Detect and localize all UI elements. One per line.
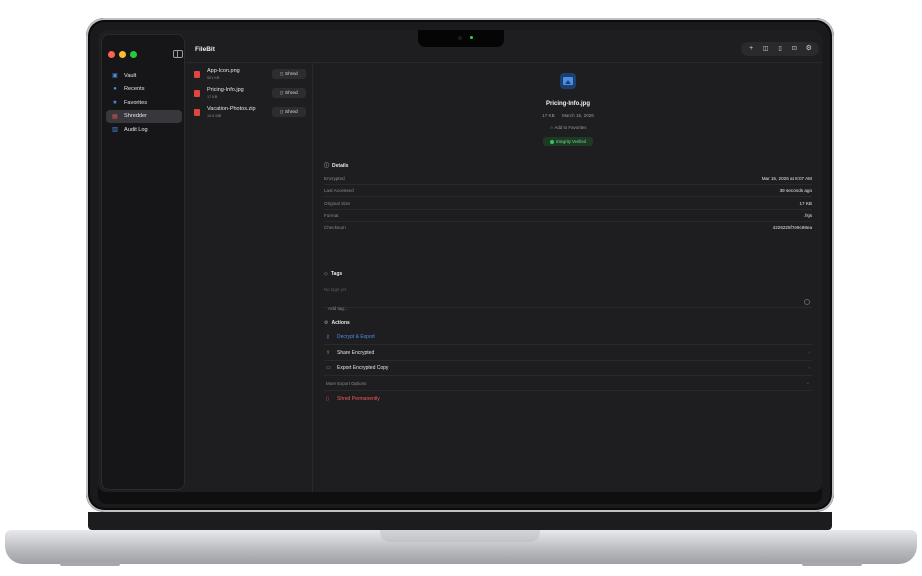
shred-button[interactable]: ▯ Shred xyxy=(272,88,306,98)
window-controls xyxy=(108,51,137,58)
detail-row-original-size: Original Size 17 KB xyxy=(324,198,812,210)
file-row[interactable]: App-Icon.png 501 KB ▯ Shred xyxy=(186,65,313,83)
gear-icon: ⚙ xyxy=(324,320,329,326)
detail-row-last-accessed: Last Accessed 39 seconds ago xyxy=(324,185,812,197)
sidebar-item-label: Shredder xyxy=(124,113,148,119)
zoom-window-button[interactable] xyxy=(130,51,137,58)
file-name: Pricing-Info.jpg xyxy=(207,87,244,93)
shredder-icon: ▤ xyxy=(112,113,118,120)
actions-section-header: ⚙ Actions xyxy=(324,320,350,326)
detail-row-checksum: Checksum 4226225f7e9c98ea xyxy=(324,225,812,230)
trash-button[interactable]: ▯ xyxy=(774,44,785,54)
sidebar-toggle-icon[interactable] xyxy=(173,50,183,58)
sidebar-item-label: Audit Log xyxy=(124,126,148,133)
app-title: FileBit xyxy=(195,46,215,53)
sidebar-item-vault[interactable]: ▣ Vault xyxy=(106,69,182,82)
detail-file-meta: 17 KB March 15, 2026 xyxy=(314,113,822,118)
camera-icon xyxy=(458,36,462,40)
trash-icon: ▯ xyxy=(326,395,329,402)
trash-icon: ▯ xyxy=(280,90,283,96)
share-encrypted-button[interactable]: ⇪ Share Encrypted › xyxy=(324,346,812,361)
key-icon: ⚷ xyxy=(326,334,330,340)
decrypt-export-button[interactable]: ⚷ Decrypt & Export xyxy=(324,330,812,345)
lock-button[interactable]: ⊡ xyxy=(789,44,800,54)
add-tag-icon[interactable] xyxy=(804,299,810,305)
tag-input-row xyxy=(324,297,812,314)
app-window: ▣ Vault ● Recents ★ Favorites ▤ Shredder… xyxy=(98,30,822,492)
settings-button[interactable]: ⚙ xyxy=(803,44,814,54)
detail-pane: Pricing-Info.jpg 17 KB March 15, 2026 ☆ … xyxy=(314,63,822,492)
checkmark-icon xyxy=(549,139,554,144)
info-icon: ⓘ xyxy=(324,163,330,169)
file-list: App-Icon.png 501 KB ▯ Shred Pricing-Info… xyxy=(186,63,313,492)
file-icon xyxy=(194,109,200,116)
sidebar-nav: ▣ Vault ● Recents ★ Favorites ▤ Shredder… xyxy=(106,69,182,137)
shred-button[interactable]: ▯ Shred xyxy=(272,69,306,79)
no-tags-text: No tags yet xyxy=(324,287,347,292)
file-icon xyxy=(194,71,200,78)
file-row[interactable]: Pricing-Info.jpg 17 KB ▯ Shred xyxy=(186,84,313,102)
sidebar-item-favorites[interactable]: ★ Favorites xyxy=(106,96,182,109)
laptop-foot-right xyxy=(802,562,862,566)
integrity-badge: Integrity Verified xyxy=(543,137,593,146)
file-name: Vacation-Photos.zip xyxy=(207,106,256,112)
trash-icon: ▯ xyxy=(280,71,283,77)
laptop-opening-notch xyxy=(380,530,540,542)
chevron-right-icon: › xyxy=(808,365,810,371)
star-icon: ★ xyxy=(112,100,118,106)
sidebar-item-audit-log[interactable]: ▥ Audit Log xyxy=(106,123,182,136)
add-to-favorites-button[interactable]: ☆ Add to Favorites xyxy=(314,125,822,131)
more-export-options-button[interactable]: More Export Options ⌄ xyxy=(324,376,812,391)
share-icon: ⇪ xyxy=(326,350,331,356)
add-button[interactable]: + xyxy=(746,44,757,54)
lock-icon: ▣ xyxy=(112,73,118,79)
sidebar-item-label: Recents xyxy=(124,86,145,92)
image-preview-icon xyxy=(560,73,576,89)
chevron-down-icon: ⌄ xyxy=(805,380,810,386)
detail-file-name: Pricing-Info.jpg xyxy=(546,101,590,107)
minimize-window-button[interactable] xyxy=(119,51,126,58)
archive-icon: ▭ xyxy=(326,365,331,371)
detail-file-size: 17 KB xyxy=(542,113,555,118)
star-outline-icon: ☆ xyxy=(549,125,554,130)
shred-button[interactable]: ▯ Shred xyxy=(272,107,306,117)
export-encrypted-copy-button[interactable]: ▭ Export Encrypted Copy › xyxy=(324,361,812,376)
close-window-button[interactable] xyxy=(108,51,115,58)
shred-permanently-button[interactable]: ▯ Shred Permanently xyxy=(324,391,812,406)
details-section-header: ⓘ Details xyxy=(324,162,349,170)
camera-notch xyxy=(418,30,504,47)
trash-icon: ▯ xyxy=(280,109,283,115)
laptop-screen: ▣ Vault ● Recents ★ Favorites ▤ Shredder… xyxy=(98,30,822,504)
file-size: 501 KB xyxy=(207,76,220,80)
detail-row-encrypted: Encrypted Mar 15, 2026 at 8:07 AM xyxy=(324,173,812,185)
file-icon xyxy=(194,90,200,97)
laptop-foot-left xyxy=(60,562,120,566)
sidebar: ▣ Vault ● Recents ★ Favorites ▤ Shredder… xyxy=(101,34,185,490)
tags-section-header: ◇ Tags xyxy=(324,271,343,277)
sidebar-item-label: Favorites xyxy=(124,99,148,106)
file-size: 17 KB xyxy=(207,95,218,99)
unlock-button[interactable]: ◫ xyxy=(760,44,771,54)
tag-icon: ◇ xyxy=(324,271,328,277)
add-tag-input[interactable] xyxy=(324,303,764,314)
sidebar-item-recents[interactable]: ● Recents xyxy=(106,83,182,96)
laptop-hinge xyxy=(88,512,832,530)
sidebar-item-label: Vault xyxy=(124,72,137,79)
chevron-right-icon: › xyxy=(808,350,810,356)
file-name: App-Icon.png xyxy=(207,68,240,74)
file-size: 19.6 MB xyxy=(207,114,222,118)
clock-icon: ● xyxy=(113,86,117,92)
detail-row-format: Format .fsjs xyxy=(324,210,812,222)
sidebar-item-shredder[interactable]: ▤ Shredder xyxy=(106,109,182,123)
detail-file-date: March 15, 2026 xyxy=(561,113,594,118)
document-icon: ▥ xyxy=(112,127,118,133)
toolbar: + ◫ ▯ ⊡ ⚙ xyxy=(741,42,819,56)
file-row[interactable]: Vacation-Photos.zip 19.6 MB ▯ Shred xyxy=(186,103,313,121)
camera-indicator-icon xyxy=(470,36,473,39)
